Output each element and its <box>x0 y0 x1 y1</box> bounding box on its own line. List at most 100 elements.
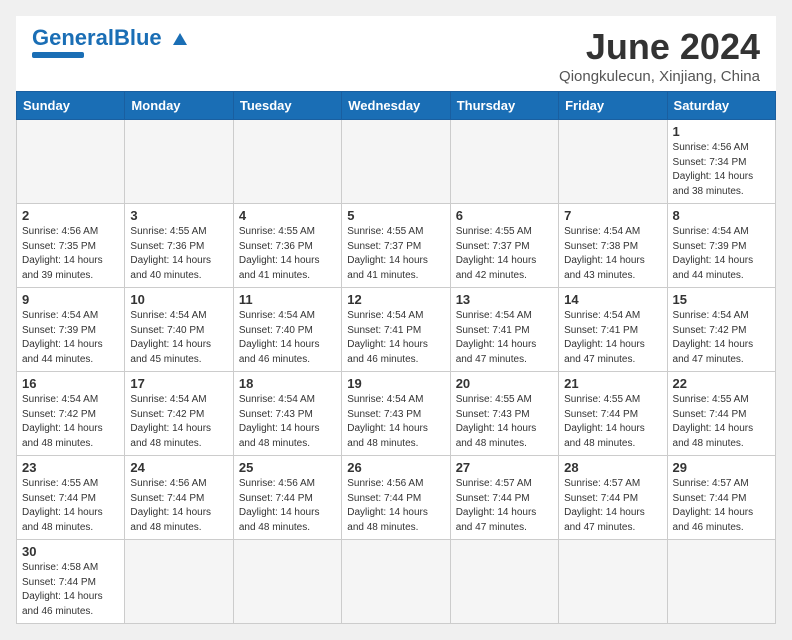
calendar-cell: 20 Sunrise: 4:55 AM Sunset: 7:43 PM Dayli… <box>450 372 558 456</box>
day-number: 22 <box>673 376 770 391</box>
day-number: 8 <box>673 208 770 223</box>
day-info: Sunrise: 4:56 AM Sunset: 7:35 PM Dayligh… <box>22 225 119 283</box>
calendar-cell: 2 Sunrise: 4:56 AM Sunset: 7:35 PM Daylig… <box>17 204 125 288</box>
day-number: 17 <box>130 376 227 391</box>
day-info: Sunrise: 4:56 AM Sunset: 7:44 PM Dayligh… <box>130 477 227 535</box>
day-info: Sunrise: 4:54 AM Sunset: 7:41 PM Dayligh… <box>564 309 661 367</box>
day-number: 3 <box>130 208 227 223</box>
day-number: 6 <box>456 208 553 223</box>
calendar-cell: 28 Sunrise: 4:57 AM Sunset: 7:44 PM Dayli… <box>559 456 667 540</box>
day-number: 16 <box>22 376 119 391</box>
calendar-cell: 9 Sunrise: 4:54 AM Sunset: 7:39 PM Daylig… <box>17 288 125 372</box>
calendar-cell: 15Sunrise: 4:54 AM Sunset: 7:42 PM Dayli… <box>667 288 775 372</box>
day-number: 14 <box>564 292 661 307</box>
day-info: Sunrise: 4:55 AM Sunset: 7:44 PM Dayligh… <box>673 393 770 451</box>
calendar-cell <box>450 120 558 204</box>
calendar-title: June 2024 <box>559 26 760 68</box>
calendar-week-row: 23Sunrise: 4:55 AM Sunset: 7:44 PM Dayli… <box>17 456 776 540</box>
weekday-header-saturday: Saturday <box>667 92 775 120</box>
calendar-cell: 12Sunrise: 4:54 AM Sunset: 7:41 PM Dayli… <box>342 288 450 372</box>
day-info: Sunrise: 4:57 AM Sunset: 7:44 PM Dayligh… <box>673 477 770 535</box>
calendar-week-row: 16 Sunrise: 4:54 AM Sunset: 7:42 PM Dayli… <box>17 372 776 456</box>
calendar-table: SundayMondayTuesdayWednesdayThursdayFrid… <box>16 91 776 624</box>
day-info: Sunrise: 4:55 AM Sunset: 7:44 PM Dayligh… <box>22 477 119 535</box>
weekday-header-friday: Friday <box>559 92 667 120</box>
day-info: Sunrise: 4:54 AM Sunset: 7:39 PM Dayligh… <box>673 225 770 283</box>
day-number: 26 <box>347 460 444 475</box>
calendar-cell: 5 Sunrise: 4:55 AM Sunset: 7:37 PM Daylig… <box>342 204 450 288</box>
logo-blue: Blue <box>114 25 162 50</box>
weekday-header-thursday: Thursday <box>450 92 558 120</box>
day-number: 11 <box>239 292 336 307</box>
day-info: Sunrise: 4:55 AM Sunset: 7:37 PM Dayligh… <box>456 225 553 283</box>
calendar-cell: 7 Sunrise: 4:54 AM Sunset: 7:38 PM Daylig… <box>559 204 667 288</box>
day-number: 29 <box>673 460 770 475</box>
day-info: Sunrise: 4:54 AM Sunset: 7:41 PM Dayligh… <box>456 309 553 367</box>
calendar-cell: 4Sunrise: 4:55 AM Sunset: 7:36 PM Daylig… <box>233 204 341 288</box>
calendar-cell: 14 Sunrise: 4:54 AM Sunset: 7:41 PM Dayli… <box>559 288 667 372</box>
calendar-cell <box>342 540 450 624</box>
calendar-cell: 21 Sunrise: 4:55 AM Sunset: 7:44 PM Dayli… <box>559 372 667 456</box>
day-info: Sunrise: 4:56 AM Sunset: 7:44 PM Dayligh… <box>239 477 336 535</box>
day-number: 21 <box>564 376 661 391</box>
weekday-header-row: SundayMondayTuesdayWednesdayThursdayFrid… <box>17 92 776 120</box>
calendar-week-row: 9 Sunrise: 4:54 AM Sunset: 7:39 PM Daylig… <box>17 288 776 372</box>
day-info: Sunrise: 4:56 AM Sunset: 7:44 PM Dayligh… <box>347 477 444 535</box>
calendar-cell: 3Sunrise: 4:55 AM Sunset: 7:36 PM Daylig… <box>125 204 233 288</box>
calendar-cell: 13 Sunrise: 4:54 AM Sunset: 7:41 PM Dayli… <box>450 288 558 372</box>
day-info: Sunrise: 4:54 AM Sunset: 7:40 PM Dayligh… <box>239 309 336 367</box>
day-number: 4 <box>239 208 336 223</box>
day-info: Sunrise: 4:54 AM Sunset: 7:42 PM Dayligh… <box>22 393 119 451</box>
calendar-cell: 27 Sunrise: 4:57 AM Sunset: 7:44 PM Dayli… <box>450 456 558 540</box>
calendar-cell <box>125 540 233 624</box>
calendar-cell: 17Sunrise: 4:54 AM Sunset: 7:42 PM Dayli… <box>125 372 233 456</box>
day-number: 2 <box>22 208 119 223</box>
day-number: 7 <box>564 208 661 223</box>
day-number: 9 <box>22 292 119 307</box>
day-info: Sunrise: 4:57 AM Sunset: 7:44 PM Dayligh… <box>456 477 553 535</box>
calendar-cell: 30 Sunrise: 4:58 AM Sunset: 7:44 PM Dayli… <box>17 540 125 624</box>
day-number: 5 <box>347 208 444 223</box>
calendar-cell: 24 Sunrise: 4:56 AM Sunset: 7:44 PM Dayli… <box>125 456 233 540</box>
day-info: Sunrise: 4:57 AM Sunset: 7:44 PM Dayligh… <box>564 477 661 535</box>
day-number: 12 <box>347 292 444 307</box>
day-info: Sunrise: 4:55 AM Sunset: 7:37 PM Dayligh… <box>347 225 444 283</box>
calendar-cell <box>667 540 775 624</box>
day-number: 15 <box>673 292 770 307</box>
logo-bar <box>32 52 84 58</box>
calendar-cell: 29 Sunrise: 4:57 AM Sunset: 7:44 PM Dayli… <box>667 456 775 540</box>
calendar-week-row: 30 Sunrise: 4:58 AM Sunset: 7:44 PM Dayli… <box>17 540 776 624</box>
calendar-cell: 10 Sunrise: 4:54 AM Sunset: 7:40 PM Dayli… <box>125 288 233 372</box>
calendar-cell: 23Sunrise: 4:55 AM Sunset: 7:44 PM Dayli… <box>17 456 125 540</box>
day-info: Sunrise: 4:54 AM Sunset: 7:39 PM Dayligh… <box>22 309 119 367</box>
title-area: June 2024 Qiongkulecun, Xinjiang, China <box>559 26 760 85</box>
weekday-header-monday: Monday <box>125 92 233 120</box>
day-info: Sunrise: 4:54 AM Sunset: 7:40 PM Dayligh… <box>130 309 227 367</box>
day-info: Sunrise: 4:54 AM Sunset: 7:38 PM Dayligh… <box>564 225 661 283</box>
calendar-cell <box>450 540 558 624</box>
day-number: 28 <box>564 460 661 475</box>
day-number: 10 <box>130 292 227 307</box>
day-number: 1 <box>673 124 770 139</box>
day-info: Sunrise: 4:55 AM Sunset: 7:43 PM Dayligh… <box>456 393 553 451</box>
day-info: Sunrise: 4:54 AM Sunset: 7:43 PM Dayligh… <box>347 393 444 451</box>
day-number: 20 <box>456 376 553 391</box>
day-info: Sunrise: 4:55 AM Sunset: 7:44 PM Dayligh… <box>564 393 661 451</box>
day-number: 30 <box>22 544 119 559</box>
day-number: 25 <box>239 460 336 475</box>
logo-area: GeneralBlue <box>32 26 190 58</box>
day-number: 27 <box>456 460 553 475</box>
day-info: Sunrise: 4:58 AM Sunset: 7:44 PM Dayligh… <box>22 561 119 619</box>
calendar-cell <box>559 120 667 204</box>
calendar-cell: 22 Sunrise: 4:55 AM Sunset: 7:44 PM Dayli… <box>667 372 775 456</box>
calendar-location: Qiongkulecun, Xinjiang, China <box>559 68 760 85</box>
day-number: 24 <box>130 460 227 475</box>
logo-icon <box>170 29 190 49</box>
calendar-cell: 19Sunrise: 4:54 AM Sunset: 7:43 PM Dayli… <box>342 372 450 456</box>
calendar-cell: 8 Sunrise: 4:54 AM Sunset: 7:39 PM Daylig… <box>667 204 775 288</box>
calendar-page: GeneralBlue June 2024 Qiongkulecun, Xinj… <box>16 16 776 624</box>
calendar-week-row: 1Sunrise: 4:56 AM Sunset: 7:34 PM Daylig… <box>17 120 776 204</box>
weekday-header-tuesday: Tuesday <box>233 92 341 120</box>
calendar-header: GeneralBlue June 2024 Qiongkulecun, Xinj… <box>16 16 776 91</box>
day-number: 13 <box>456 292 553 307</box>
